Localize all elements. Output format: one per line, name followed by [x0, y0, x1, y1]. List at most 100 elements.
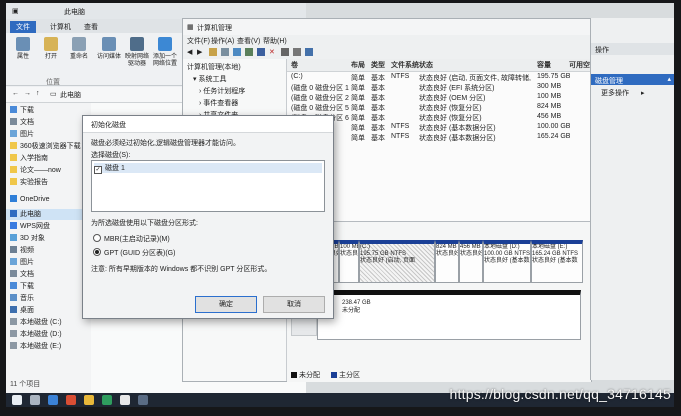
search-icon[interactable] — [293, 48, 301, 56]
partition-oem[interactable]: 100 MB状态良好 — [339, 240, 359, 283]
disk-1-item[interactable]: ✓ 磁盘 1 — [94, 163, 322, 174]
computer-management-icon[interactable] — [138, 395, 148, 405]
tab-view[interactable]: 查看 — [78, 21, 104, 33]
initialize-disk-dialog: 初始化磁盘 磁盘必须经过初始化,逻辑磁盘管理器才能访问。 选择磁盘(S): ✓ 磁… — [82, 115, 334, 319]
file-explorer-icon[interactable] — [84, 395, 94, 405]
sidebar-item-onedrive[interactable]: OneDrive — [10, 195, 50, 206]
app-icon[interactable] — [66, 395, 76, 405]
menu-help[interactable]: 帮助(H) — [263, 36, 287, 46]
sidebar-item-music[interactable]: 音乐 — [10, 293, 34, 304]
up-arrow-icon[interactable]: ↑ — [36, 90, 40, 97]
sidebar-item-drive-e[interactable]: 本地磁盘 (E:) — [10, 341, 61, 352]
task-view-icon[interactable] — [48, 395, 58, 405]
dialog-intro: 磁盘必须经过初始化,逻辑磁盘管理器才能访问。 — [91, 140, 240, 147]
menu-file[interactable]: 文件(F) — [187, 36, 210, 46]
sidebar-item-downloads[interactable]: 下载 — [10, 105, 34, 116]
sidebar-item-3d-objects[interactable]: 3D 对象 — [10, 233, 45, 244]
tree-node-root[interactable]: 计算机管理(本地) — [187, 62, 241, 72]
ok-button[interactable]: 确定 — [195, 296, 257, 313]
col-layout[interactable]: 布局 — [351, 60, 365, 70]
properties-button[interactable]: 属性 — [10, 37, 36, 61]
partition-e[interactable]: 本地磁盘 (E:) 165.24 GB NTFS 状态良好 (基本数 — [531, 240, 583, 283]
help-icon[interactable] — [233, 48, 241, 56]
chrome-icon[interactable] — [120, 395, 130, 405]
sidebar-item-videos[interactable]: 视频 — [10, 245, 34, 256]
sidebar-item-this-pc[interactable]: 此电脑 — [6, 209, 91, 220]
col-fs[interactable]: 文件系统 — [391, 60, 419, 70]
disk-1-unallocated[interactable]: 238.47 GB 未分配 — [317, 290, 581, 340]
col-status[interactable]: 状态 — [419, 60, 433, 70]
dialog-title: 初始化磁盘 — [91, 122, 126, 129]
map-network-drive-button[interactable]: 映射网络驱动器 — [124, 37, 150, 68]
partition-recovery-1[interactable]: 824 MB 状态良好 — [435, 240, 459, 283]
table-row[interactable]: (磁盘 0 磁盘分区 1) 简单 基本 状态良好 (EFI 系统分区) 300 MB — [287, 83, 591, 93]
add-network-location-button[interactable]: 添加一个网络位置 — [152, 37, 178, 68]
cancel-button[interactable]: 取消 — [263, 296, 325, 313]
chevron-right-icon: ▸ — [641, 90, 645, 97]
tab-file[interactable]: 文件 — [10, 21, 36, 33]
col-capacity[interactable]: 容量 — [537, 60, 551, 70]
gpt-radio[interactable]: GPT (GUID 分区表)(G) — [93, 248, 175, 258]
tree-node-task-scheduler[interactable]: › 任务计划程序 — [199, 86, 245, 96]
col-free[interactable]: 可用空间 — [569, 60, 591, 70]
sidebar-item-downloads-2[interactable]: 下载 — [10, 281, 34, 292]
address-path: 此电脑 — [60, 92, 81, 99]
disk-1-checkbox[interactable]: ✓ — [94, 166, 102, 174]
pc-icon: ▭ — [50, 91, 57, 98]
disk-icon[interactable] — [257, 48, 265, 56]
partition-style-label: 为所选磁盘使用以下磁盘分区形式: — [91, 220, 198, 227]
search-icon[interactable] — [30, 395, 40, 405]
sidebar-item-drive-d[interactable]: 本地磁盘 (D:) — [10, 329, 62, 340]
sidebar-item-browser-downloads[interactable]: 360极速浏览器下载 — [10, 141, 81, 152]
tree-node-event-viewer[interactable]: › 事件查看器 — [199, 98, 238, 108]
explorer-titlebar: ▣ 此电脑 — [6, 3, 306, 19]
table-row[interactable]: (磁盘 0 磁盘分区 2) 简单 基本 状态良好 (OEM 分区) 100 MB — [287, 93, 591, 103]
table-row[interactable]: (磁盘 0 磁盘分区 5) 简单 基本 状态良好 (恢复分区) 824 MB — [287, 103, 591, 113]
sidebar-item-pictures[interactable]: 图片 — [10, 129, 34, 140]
rescan-icon[interactable] — [305, 48, 313, 56]
folder-up-icon[interactable] — [209, 48, 217, 56]
console-icon[interactable] — [221, 48, 229, 56]
sidebar-item-drive-c[interactable]: 本地磁盘 (C:) — [10, 317, 62, 328]
col-volume[interactable]: 卷 — [291, 60, 298, 70]
forward-icon[interactable]: ▶ — [197, 48, 205, 56]
col-type[interactable]: 类型 — [371, 60, 385, 70]
forward-arrow-icon[interactable]: → — [24, 90, 31, 97]
partition-c[interactable]: (C:) 195.75 GB NTFS 状态良好 (启动, 页面 — [359, 240, 435, 283]
menu-action[interactable]: 操作(A) — [211, 36, 234, 46]
mbr-radio-button[interactable] — [93, 234, 101, 242]
properties-icon[interactable] — [245, 48, 253, 56]
menu-view[interactable]: 查看(V) — [237, 36, 260, 46]
browser-icon[interactable] — [102, 395, 112, 405]
tree-node-system-tools[interactable]: ▾ 系统工具 — [193, 74, 226, 84]
open-icon — [44, 37, 58, 51]
sidebar-item-papers[interactable]: 论文——now — [10, 165, 61, 176]
gpt-radio-button[interactable] — [93, 248, 101, 256]
table-row[interactable]: (C:)简单基本NTFS状态良好 (启动, 页面文件, 故障转储, 基本数据分区… — [287, 73, 591, 83]
back-arrow-icon[interactable]: ← — [12, 90, 19, 97]
actions-disk-management[interactable]: 磁盘管理 ▴ — [591, 74, 674, 85]
access-media-button[interactable]: 访问媒体 — [96, 37, 122, 61]
back-icon[interactable]: ◀ — [187, 48, 195, 56]
network-location-icon — [158, 37, 172, 51]
sidebar-item-documents[interactable]: 文档 — [10, 117, 34, 128]
navigation-pane: 下载 文档 图片 360极速浏览器下载 入学指南 论文——now 实验报告 On… — [6, 103, 91, 393]
sidebar-item-lab-reports[interactable]: 实验报告 — [10, 177, 48, 188]
disk-select-list[interactable]: ✓ 磁盘 1 — [91, 160, 325, 212]
check-icon[interactable] — [281, 48, 289, 56]
partition-recovery-2[interactable]: 456 MB 状态良好 — [459, 240, 483, 283]
sidebar-item-wps-drive[interactable]: WPS网盘 — [10, 221, 50, 232]
sidebar-item-desktop[interactable]: 桌面 — [10, 305, 34, 316]
mbr-radio[interactable]: MBR(主启动记录)(M) — [93, 234, 170, 244]
sidebar-item-guide[interactable]: 入学指南 — [10, 153, 48, 164]
start-icon[interactable] — [12, 395, 22, 405]
disk-legend: 未分配 主分区 — [287, 368, 591, 380]
actions-more[interactable]: 更多操作 ▸ — [601, 88, 645, 98]
open-button[interactable]: 打开 — [38, 37, 64, 61]
sidebar-item-documents-2[interactable]: 文档 — [10, 269, 34, 280]
delete-icon[interactable]: ✕ — [269, 48, 277, 56]
partition-d[interactable]: 本地磁盘 (D:) 100.00 GB NTFS 状态良好 (基本数 — [483, 240, 531, 283]
rename-button[interactable]: 重命名 — [66, 37, 92, 61]
sidebar-item-pictures-2[interactable]: 图片 — [10, 257, 34, 268]
network-drive-icon — [130, 37, 144, 51]
